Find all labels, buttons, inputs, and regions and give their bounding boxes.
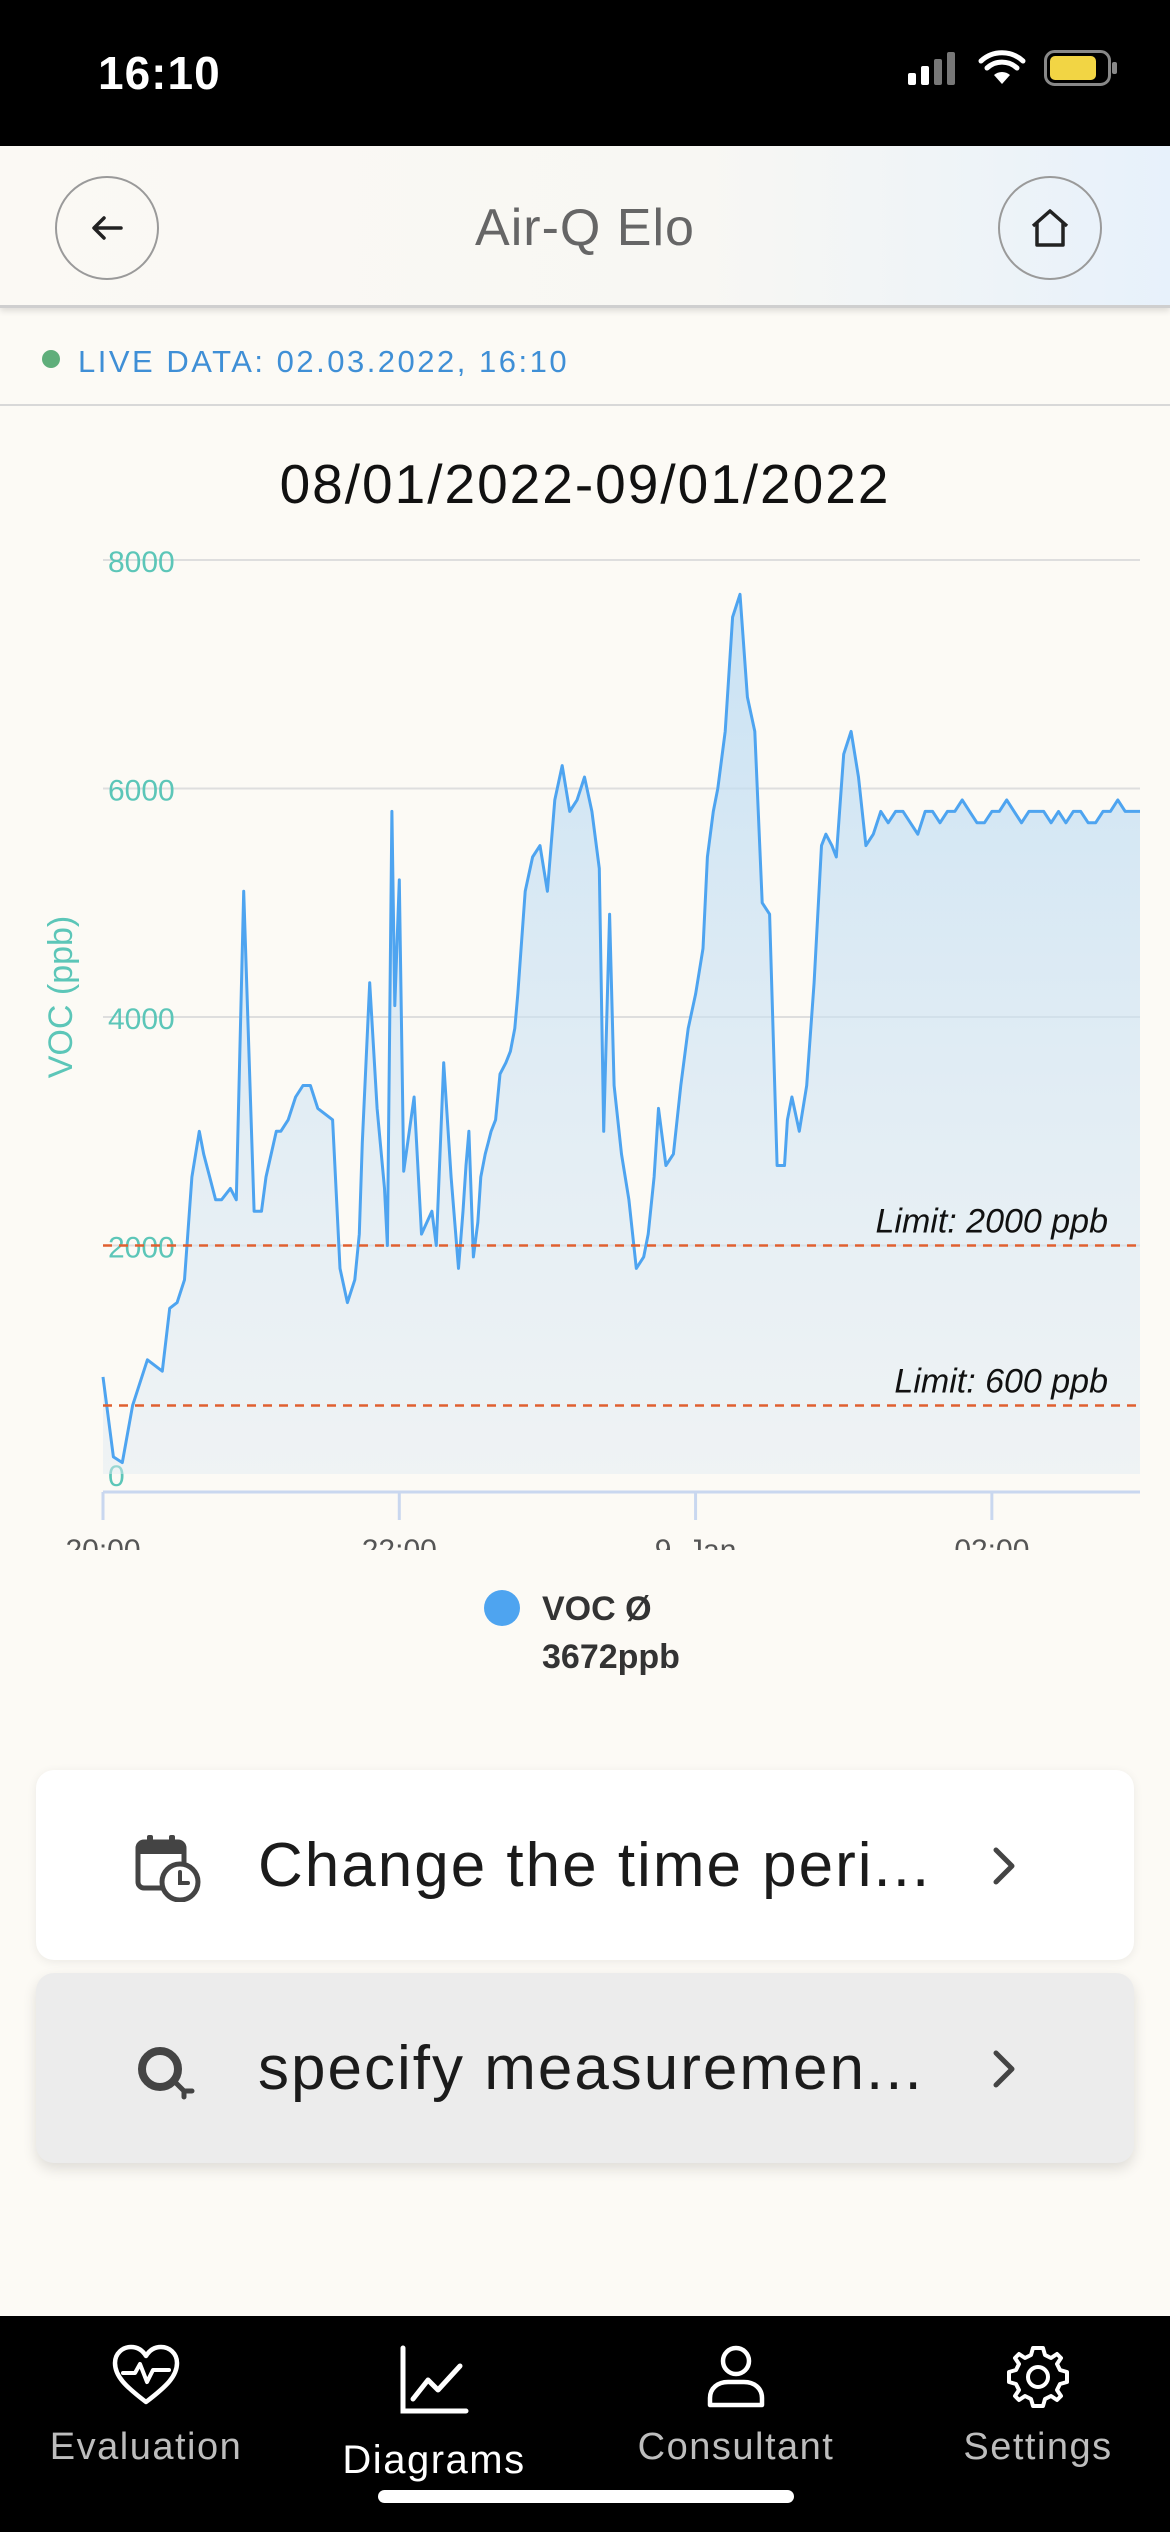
chevron-right-icon bbox=[993, 2050, 1015, 2088]
nav-settings-label: Settings bbox=[963, 2426, 1113, 2468]
live-indicator-dot bbox=[42, 350, 60, 368]
nav-settings[interactable]: Settings bbox=[892, 2316, 1170, 2532]
change-time-period-label: Change the time peri... bbox=[258, 1831, 932, 1900]
signal-icon bbox=[908, 52, 955, 85]
page-title: Air-Q Elo bbox=[475, 199, 695, 257]
gear-icon bbox=[1007, 2346, 1069, 2408]
y-tick-label: 2000 bbox=[108, 1232, 175, 1265]
limit-label: Limit: 600 ppb bbox=[894, 1362, 1108, 1400]
change-time-period-button[interactable]: Change the time peri... bbox=[36, 1770, 1134, 1960]
home-indicator bbox=[378, 2490, 794, 2503]
app-header: Air-Q Elo bbox=[0, 146, 1170, 308]
legend-dot bbox=[484, 1590, 520, 1626]
y-tick-label: 6000 bbox=[108, 775, 175, 808]
status-bar: 16:10 bbox=[0, 0, 1170, 146]
nav-evaluation[interactable]: Evaluation bbox=[0, 2316, 292, 2532]
limit-label: Limit: 2000 ppb bbox=[876, 1203, 1109, 1241]
heart-pulse-icon bbox=[112, 2344, 180, 2405]
magnifier-icon bbox=[138, 2047, 195, 2100]
home-button[interactable] bbox=[998, 176, 1102, 280]
legend-series-name: VOC Ø bbox=[542, 1590, 652, 1628]
chevron-right-icon bbox=[993, 1847, 1015, 1885]
specify-measurement-button[interactable]: specify measuremen... bbox=[36, 1973, 1134, 2163]
status-icons bbox=[908, 50, 1118, 86]
nav-evaluation-label: Evaluation bbox=[49, 2426, 243, 2468]
live-data-text: LIVE DATA: 02.03.2022, 16:10 bbox=[78, 344, 570, 379]
y-tick-label: 4000 bbox=[108, 1003, 175, 1036]
x-tick-label: 20:00 bbox=[65, 1534, 140, 1550]
battery-icon bbox=[1044, 50, 1117, 86]
voc-area-fill bbox=[103, 594, 1140, 1474]
x-tick-label: 02:00 bbox=[954, 1534, 1029, 1550]
x-tick-label: 9. Jan bbox=[655, 1534, 737, 1550]
x-tick-label: 22:00 bbox=[362, 1534, 437, 1550]
line-chart-icon bbox=[400, 2345, 469, 2414]
y-tick-label: 8000 bbox=[108, 546, 175, 579]
nav-consultant-label: Consultant bbox=[637, 2426, 835, 2468]
status-time: 16:10 bbox=[98, 47, 221, 99]
voc-chart: 02000400060008000VOC (ppb)Limit: 2000 pp… bbox=[42, 546, 1140, 1550]
specify-measurement-label: specify measuremen... bbox=[258, 2034, 924, 2103]
legend-average-value: 3672ppb bbox=[542, 1638, 680, 1676]
nav-diagrams-label: Diagrams bbox=[342, 2438, 526, 2482]
home-icon bbox=[1031, 209, 1069, 247]
chart-title: 08/01/2022-09/01/2022 bbox=[279, 453, 891, 515]
live-data-row: LIVE DATA: 02.03.2022, 16:10 bbox=[0, 310, 1170, 406]
calendar-clock-icon bbox=[135, 1835, 201, 1902]
y-axis-label: VOC (ppb) bbox=[42, 916, 80, 1079]
person-icon bbox=[707, 2345, 765, 2408]
wifi-icon bbox=[978, 50, 1026, 84]
